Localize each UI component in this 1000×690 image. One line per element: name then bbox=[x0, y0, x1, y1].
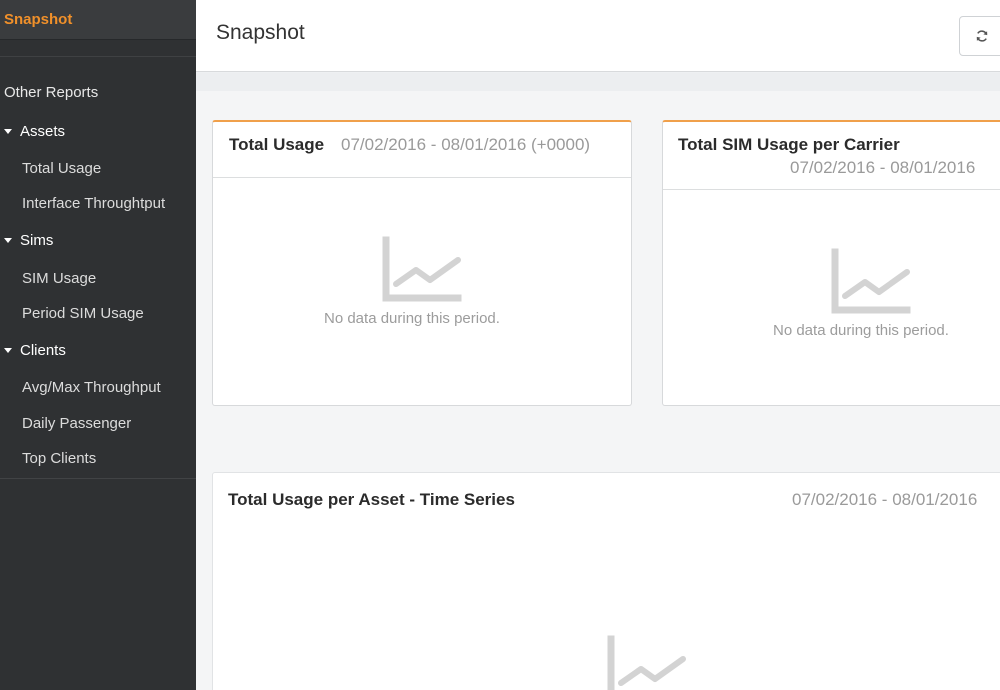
card-total-sim-usage-per-carrier: Total SIM Usage per Carrier 07/02/2016 -… bbox=[662, 120, 1000, 406]
page-header: Snapshot bbox=[196, 0, 1000, 72]
card-total-usage-per-asset-time-series: Total Usage per Asset - Time Series 07/0… bbox=[212, 472, 1000, 690]
refresh-button[interactable] bbox=[959, 16, 1000, 56]
sidebar-item-snapshot[interactable]: Snapshot bbox=[0, 0, 196, 40]
card-date-range: 07/02/2016 - 08/01/2016 (+0000) bbox=[341, 135, 591, 154]
card-title: Total SIM Usage per Carrier bbox=[678, 135, 900, 154]
sidebar-group-sims[interactable]: Sims bbox=[0, 232, 53, 249]
page-title: Snapshot bbox=[216, 21, 305, 44]
empty-state-message: No data during this period. bbox=[773, 322, 949, 339]
line-chart-icon bbox=[831, 248, 911, 314]
sidebar-group-label: Clients bbox=[20, 342, 66, 359]
sidebar-item-avg-max-throughput[interactable]: Avg/Max Throughput bbox=[22, 379, 161, 396]
card-divider bbox=[213, 177, 631, 178]
card-divider bbox=[663, 189, 1000, 190]
sidebar-item-total-usage[interactable]: Total Usage bbox=[22, 160, 101, 177]
sidebar-item-label: Snapshot bbox=[4, 11, 73, 28]
sidebar-group-label: Sims bbox=[20, 232, 54, 249]
line-chart-icon bbox=[382, 236, 462, 302]
line-chart-icon bbox=[607, 635, 686, 690]
caret-down-icon bbox=[4, 238, 12, 243]
sidebar-group-label: Assets bbox=[20, 123, 66, 140]
sidebar-item-top-clients[interactable]: Top Clients bbox=[22, 450, 96, 466]
card-title: Total Usage per Asset - Time Series bbox=[228, 490, 515, 509]
empty-state-message: No data during this period. bbox=[324, 310, 500, 327]
card-title: Total Usage bbox=[229, 135, 325, 154]
card-date-range: 07/02/2016 - 08/01/2016 bbox=[790, 158, 976, 177]
header-band bbox=[196, 73, 1000, 91]
sidebar-section-heading: Other Reports bbox=[4, 84, 99, 101]
sidebar-group-assets[interactable]: Assets bbox=[0, 123, 65, 140]
sidebar-scroll-area[interactable]: Top Clients bbox=[0, 440, 196, 466]
sidebar-divider bbox=[0, 56, 196, 57]
sidebar-item-daily-passenger[interactable]: Daily Passenger bbox=[22, 415, 131, 432]
sidebar-item-period-sim-usage[interactable]: Period SIM Usage bbox=[22, 305, 144, 322]
caret-down-icon bbox=[4, 129, 12, 134]
caret-down-icon bbox=[4, 348, 12, 353]
sidebar-group-clients[interactable]: Clients bbox=[0, 342, 66, 359]
sidebar-item-sim-usage[interactable]: SIM Usage bbox=[22, 270, 96, 287]
refresh-icon bbox=[976, 30, 988, 42]
sidebar-divider bbox=[0, 478, 196, 479]
sidebar-item-interface-throughput[interactable]: Interface Throughtput bbox=[22, 195, 165, 212]
sidebar: Snapshot Other Reports Assets Total Usag… bbox=[0, 0, 196, 690]
card-total-usage: Total Usage 07/02/2016 - 08/01/2016 (+00… bbox=[212, 120, 632, 406]
card-date-range: 07/02/2016 - 08/01/2016 bbox=[792, 490, 978, 509]
